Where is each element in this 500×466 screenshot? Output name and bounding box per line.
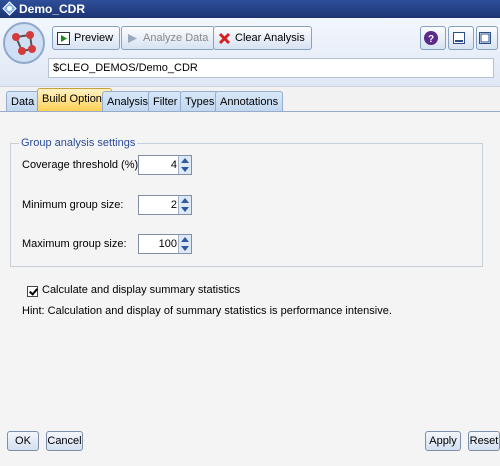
spinner-arrows[interactable]: [178, 156, 191, 174]
svg-text:?: ?: [428, 34, 434, 45]
spinner-up-icon[interactable]: [181, 158, 189, 163]
preview-icon: [57, 31, 70, 45]
node-header: Preview Analyze Data Clear Analysis ? $C…: [0, 18, 500, 87]
maximum-group-size-label: Maximum group size:: [22, 238, 127, 250]
ok-button[interactable]: OK: [7, 431, 39, 451]
coverage-threshold-label: Coverage threshold (%):: [22, 159, 142, 171]
cancel-button[interactable]: Cancel: [46, 431, 83, 451]
clear-label: Clear Analysis: [235, 32, 305, 44]
maximize-icon: [479, 32, 491, 44]
maximum-group-size-value: 100: [158, 238, 177, 250]
group-legend: Group analysis settings: [21, 137, 136, 149]
preview-button[interactable]: Preview: [52, 26, 121, 50]
summary-statistics-label[interactable]: Calculate and display summary statistics: [42, 284, 240, 296]
help-button[interactable]: ?: [420, 26, 446, 50]
preview-label: Preview: [74, 32, 114, 44]
tab-data[interactable]: Data: [6, 91, 40, 111]
spinner-down-icon[interactable]: [181, 167, 189, 172]
minimize-button[interactable]: [448, 26, 474, 50]
spinner-down-icon[interactable]: [181, 207, 189, 212]
reset-button[interactable]: Reset: [468, 431, 500, 451]
apply-button[interactable]: Apply: [425, 431, 461, 451]
tab-bar: Data Build Options Analysis Filter Types…: [0, 88, 500, 112]
tab-annotations[interactable]: Annotations: [215, 91, 284, 111]
minimum-group-size-label: Minimum group size:: [22, 199, 124, 211]
analyze-data-button[interactable]: Analyze Data: [121, 26, 216, 50]
spinner-up-icon[interactable]: [181, 237, 189, 242]
coverage-threshold-spinner[interactable]: 4: [138, 155, 192, 175]
help-icon: ?: [424, 31, 438, 45]
tab-analysis[interactable]: Analysis: [102, 91, 153, 111]
minimize-icon: [453, 32, 465, 44]
maximum-group-size-spinner[interactable]: 100: [138, 234, 192, 254]
clear-icon: [218, 32, 231, 44]
node-icon: [3, 22, 45, 64]
app-icon: [2, 1, 17, 16]
analyze-label: Analyze Data: [143, 32, 209, 44]
minimum-group-size-spinner[interactable]: 2: [138, 195, 192, 215]
spinner-arrows[interactable]: [178, 196, 191, 214]
build-options-panel: Group analysis settings Coverage thresho…: [0, 112, 500, 420]
window-title: Demo_CDR: [19, 2, 86, 16]
dialog-footer: OK Cancel Apply Reset: [0, 420, 500, 466]
summary-statistics-checkbox[interactable]: [27, 286, 38, 297]
spinner-arrows[interactable]: [178, 235, 191, 253]
coverage-threshold-value: 4: [170, 159, 177, 171]
dialog-window: Demo_CDR Preview Analyze Data Clear Anal…: [0, 0, 500, 466]
clear-analysis-button[interactable]: Clear Analysis: [213, 26, 312, 50]
tab-types[interactable]: Types: [180, 91, 220, 111]
analyze-icon: [128, 33, 137, 43]
maximize-button[interactable]: [476, 26, 498, 50]
tab-filter[interactable]: Filter: [148, 91, 183, 111]
hint-text: Hint: Calculation and display of summary…: [22, 305, 392, 317]
spinner-down-icon[interactable]: [181, 246, 189, 251]
node-path: $CLEO_DEMOS/Demo_CDR: [48, 58, 494, 78]
title-bar: Demo_CDR: [0, 0, 500, 18]
minimum-group-size-value: 2: [170, 199, 177, 211]
spinner-up-icon[interactable]: [181, 198, 189, 203]
